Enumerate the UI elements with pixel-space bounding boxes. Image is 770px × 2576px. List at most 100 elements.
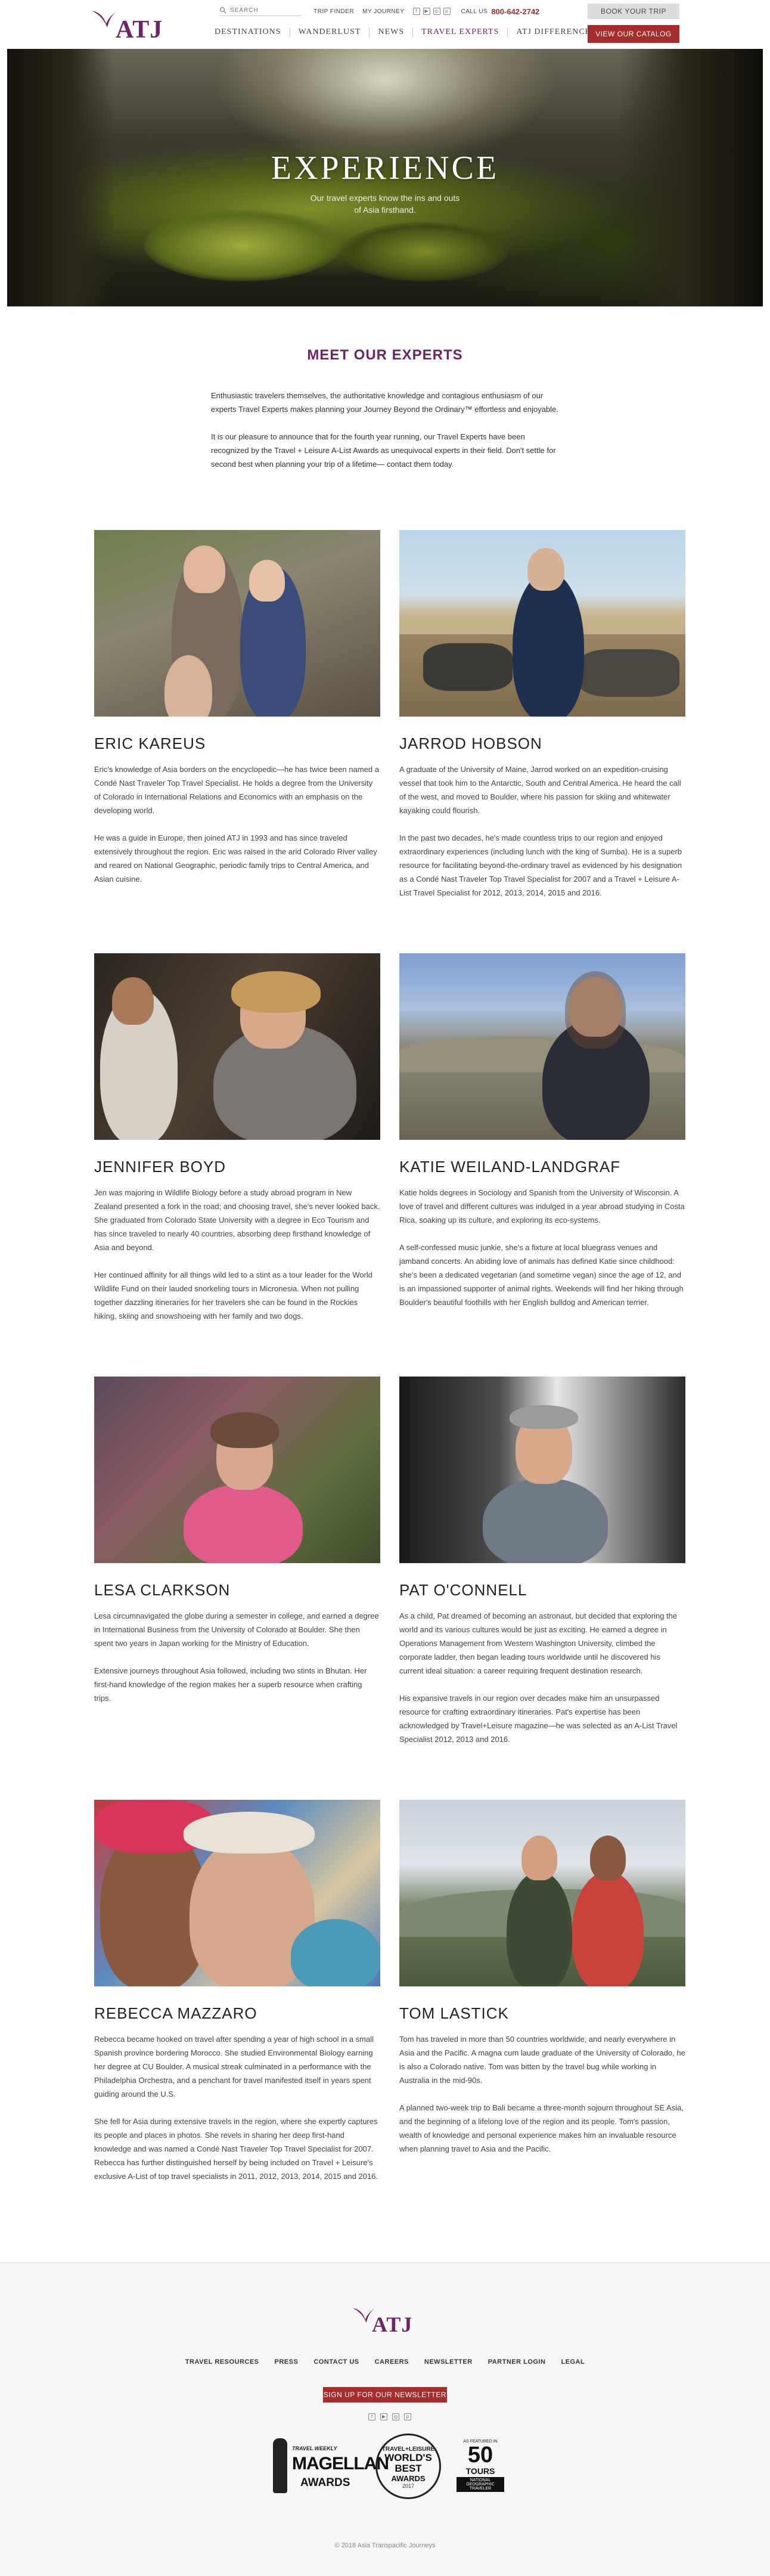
nav-news[interactable]: NEWS [369, 27, 412, 37]
footer-link-contact-us[interactable]: CONTACT US [313, 2358, 359, 2366]
photo-figure [527, 548, 564, 591]
newsletter-signup-button[interactable]: SIGN UP FOR OUR NEWSLETTER [323, 2387, 447, 2403]
bio-paragraph: Her continued affinity for all things wi… [94, 1270, 373, 1320]
expert-card: ERIC KAREUS Eric's knowledge of Asia bor… [94, 530, 380, 953]
youtube-icon[interactable]: ▶ [423, 8, 430, 15]
photo-figure [231, 971, 321, 1013]
expert-card: TOM LASTICK Tom has traveled in more tha… [399, 1800, 685, 2223]
photo-figure [423, 643, 513, 691]
expert-name: TOM LASTICK [399, 2004, 509, 2022]
hero-subtitle-line: of Asia firsthand. [354, 205, 416, 215]
photo-figure [184, 1484, 303, 1563]
call-us-label: CALL US [461, 8, 488, 15]
footer-link-press[interactable]: PRESS [275, 2358, 299, 2366]
expert-photo [399, 953, 685, 1140]
youtube-icon[interactable]: ▶ [380, 2413, 387, 2420]
bio-paragraph: A self-confessed music junkie, she's a f… [399, 1243, 684, 1307]
magellan-title: MAGELLAN [292, 2454, 389, 2473]
photo-figure [291, 1919, 380, 1986]
bio-paragraph: His expansive travels in our region over… [399, 1694, 678, 1744]
expert-name: PAT O'CONNELL [399, 1581, 527, 1599]
expert-bio: Jen was majoring in Wildlife Biology bef… [94, 1186, 380, 1323]
photo-figure [507, 1871, 572, 1986]
expert-card: JARROD HOBSON A graduate of the Universi… [399, 530, 685, 953]
fifty-tours-publisher: NATIONAL GEOGRAPHIC TRAVELER [457, 2477, 504, 2492]
photo-figure [590, 1836, 626, 1880]
bio-paragraph: Eric's knowledge of Asia borders on the … [94, 765, 379, 815]
photo-figure [249, 560, 285, 602]
hero-subtitle-line: Our travel experts know the ins and outs [310, 193, 460, 203]
fifty-tours-text: TOURS [465, 2466, 495, 2476]
footer-logo[interactable]: ATJ [352, 2299, 423, 2341]
book-your-trip-button[interactable]: BOOK YOUR TRIP [588, 4, 679, 19]
expert-bio: Rebecca became hooked on travel after sp… [94, 2032, 380, 2183]
my-journey-link[interactable]: MY JOURNEY [362, 8, 404, 15]
expert-bio: Tom has traveled in more than 50 countri… [399, 2032, 685, 2156]
social-links: f ▶ ◎ p [412, 8, 451, 15]
worlds-best-title: WORLD'S BEST [384, 2452, 432, 2474]
hero-banner: Experience Our travel experts know the i… [7, 49, 763, 306]
nav-wanderlust[interactable]: WANDERLUST [289, 27, 370, 37]
bio-paragraph: He was a guide in Europe, then joined AT… [94, 833, 377, 884]
worlds-best-awards-text: AWARDS [391, 2474, 426, 2483]
footer-nav: TRAVEL RESOURCES PRESS CONTACT US CAREER… [0, 2358, 770, 2366]
pinterest-icon[interactable]: p [443, 8, 451, 15]
expert-photo [94, 530, 380, 717]
facebook-icon[interactable]: f [368, 2413, 375, 2420]
mossy-rock [341, 222, 508, 281]
pinterest-icon[interactable]: p [404, 2413, 411, 2420]
bio-paragraph: Rebecca became hooked on travel after sp… [94, 2035, 374, 2098]
intro-section: MEET OUR EXPERTS Enthusiastic travelers … [0, 306, 770, 471]
expert-bio: Katie holds degrees in Sociology and Spa… [399, 1186, 685, 1309]
footer-link-travel-resources[interactable]: TRAVEL RESOURCES [185, 2358, 259, 2366]
expert-bio: Lesa circumnavigated the globe during a … [94, 1609, 380, 1705]
footer-link-legal[interactable]: LEGAL [561, 2358, 585, 2366]
bio-paragraph: As a child, Pat dreamed of becoming an a… [399, 1611, 678, 1675]
search-input[interactable] [230, 7, 296, 14]
expert-photo [94, 1377, 380, 1563]
trip-finder-link[interactable]: TRIP FINDER [313, 8, 354, 15]
expert-card: PAT O'CONNELL As a child, Pat dreamed of… [399, 1377, 685, 1800]
expert-name: LESA CLARKSON [94, 1581, 231, 1599]
bio-paragraph: A planned two-week trip to Bali became a… [399, 2103, 684, 2153]
photo-figure [184, 545, 225, 593]
nav-atj-difference[interactable]: ATJ DIFFERENCE [507, 27, 599, 37]
expert-name: JARROD HOBSON [399, 734, 542, 752]
atj-logo[interactable]: ATJ [91, 4, 168, 45]
bio-paragraph: Tom has traveled in more than 50 countri… [399, 2035, 685, 2085]
expert-photo [399, 1377, 685, 1563]
footer-social-links: f ▶ ◎ p [368, 2413, 411, 2420]
site-header: ATJ TRIP FINDER MY JOURNEY f ▶ ◎ p CALL … [0, 0, 770, 49]
photo-figure [112, 977, 154, 1025]
experts-grid: ERIC KAREUS Eric's knowledge of Asia bor… [0, 485, 770, 2223]
instagram-icon[interactable]: ◎ [433, 8, 440, 15]
photo-figure [483, 1478, 608, 1563]
footer-link-partner-login[interactable]: PARTNER LOGIN [488, 2358, 546, 2366]
fifty-tours-number: 50 [467, 2442, 493, 2467]
photo-figure [510, 1405, 578, 1429]
footer-link-careers[interactable]: CAREERS [375, 2358, 409, 2366]
photo-figure [521, 1836, 557, 1880]
expert-card: KATIE WEILAND-LANDGRAF Katie holds degre… [399, 953, 685, 1377]
view-catalog-button[interactable]: VIEW OUR CATALOG [588, 25, 679, 43]
expert-name: ERIC KAREUS [94, 734, 206, 752]
worlds-best-badge: TRAVEL+LEISURE WORLD'S BEST AWARDS 2017 [375, 2434, 441, 2499]
nav-destinations[interactable]: DESTINATIONS [215, 27, 290, 37]
mossy-rock [144, 210, 341, 281]
expert-bio: Eric's knowledge of Asia borders on the … [94, 762, 380, 886]
magellan-awards-text: AWARDS [300, 2476, 350, 2489]
expert-card: LESA CLARKSON Lesa circumnavigated the g… [94, 1377, 380, 1800]
instagram-icon[interactable]: ◎ [392, 2413, 399, 2420]
main-nav: DESTINATIONS WANDERLUST NEWS TRAVEL EXPE… [215, 24, 599, 41]
phone-number[interactable]: 800-642-2742 [491, 7, 539, 16]
photo-figure [184, 1812, 315, 1853]
expert-bio: As a child, Pat dreamed of becoming an a… [399, 1609, 685, 1746]
search-box [219, 7, 302, 16]
facebook-icon[interactable]: f [412, 8, 420, 15]
footer-link-newsletter[interactable]: NEWSLETTER [424, 2358, 473, 2366]
magellan-awards-badge: TRAVEL WEEKLY MAGELLAN AWARDS [268, 2434, 389, 2499]
nav-travel-experts[interactable]: TRAVEL EXPERTS [412, 27, 507, 37]
photo-figure [513, 572, 584, 717]
photo-figure [565, 971, 626, 1049]
intro-paragraph: Enthusiastic travelers themselves, the a… [211, 391, 558, 414]
